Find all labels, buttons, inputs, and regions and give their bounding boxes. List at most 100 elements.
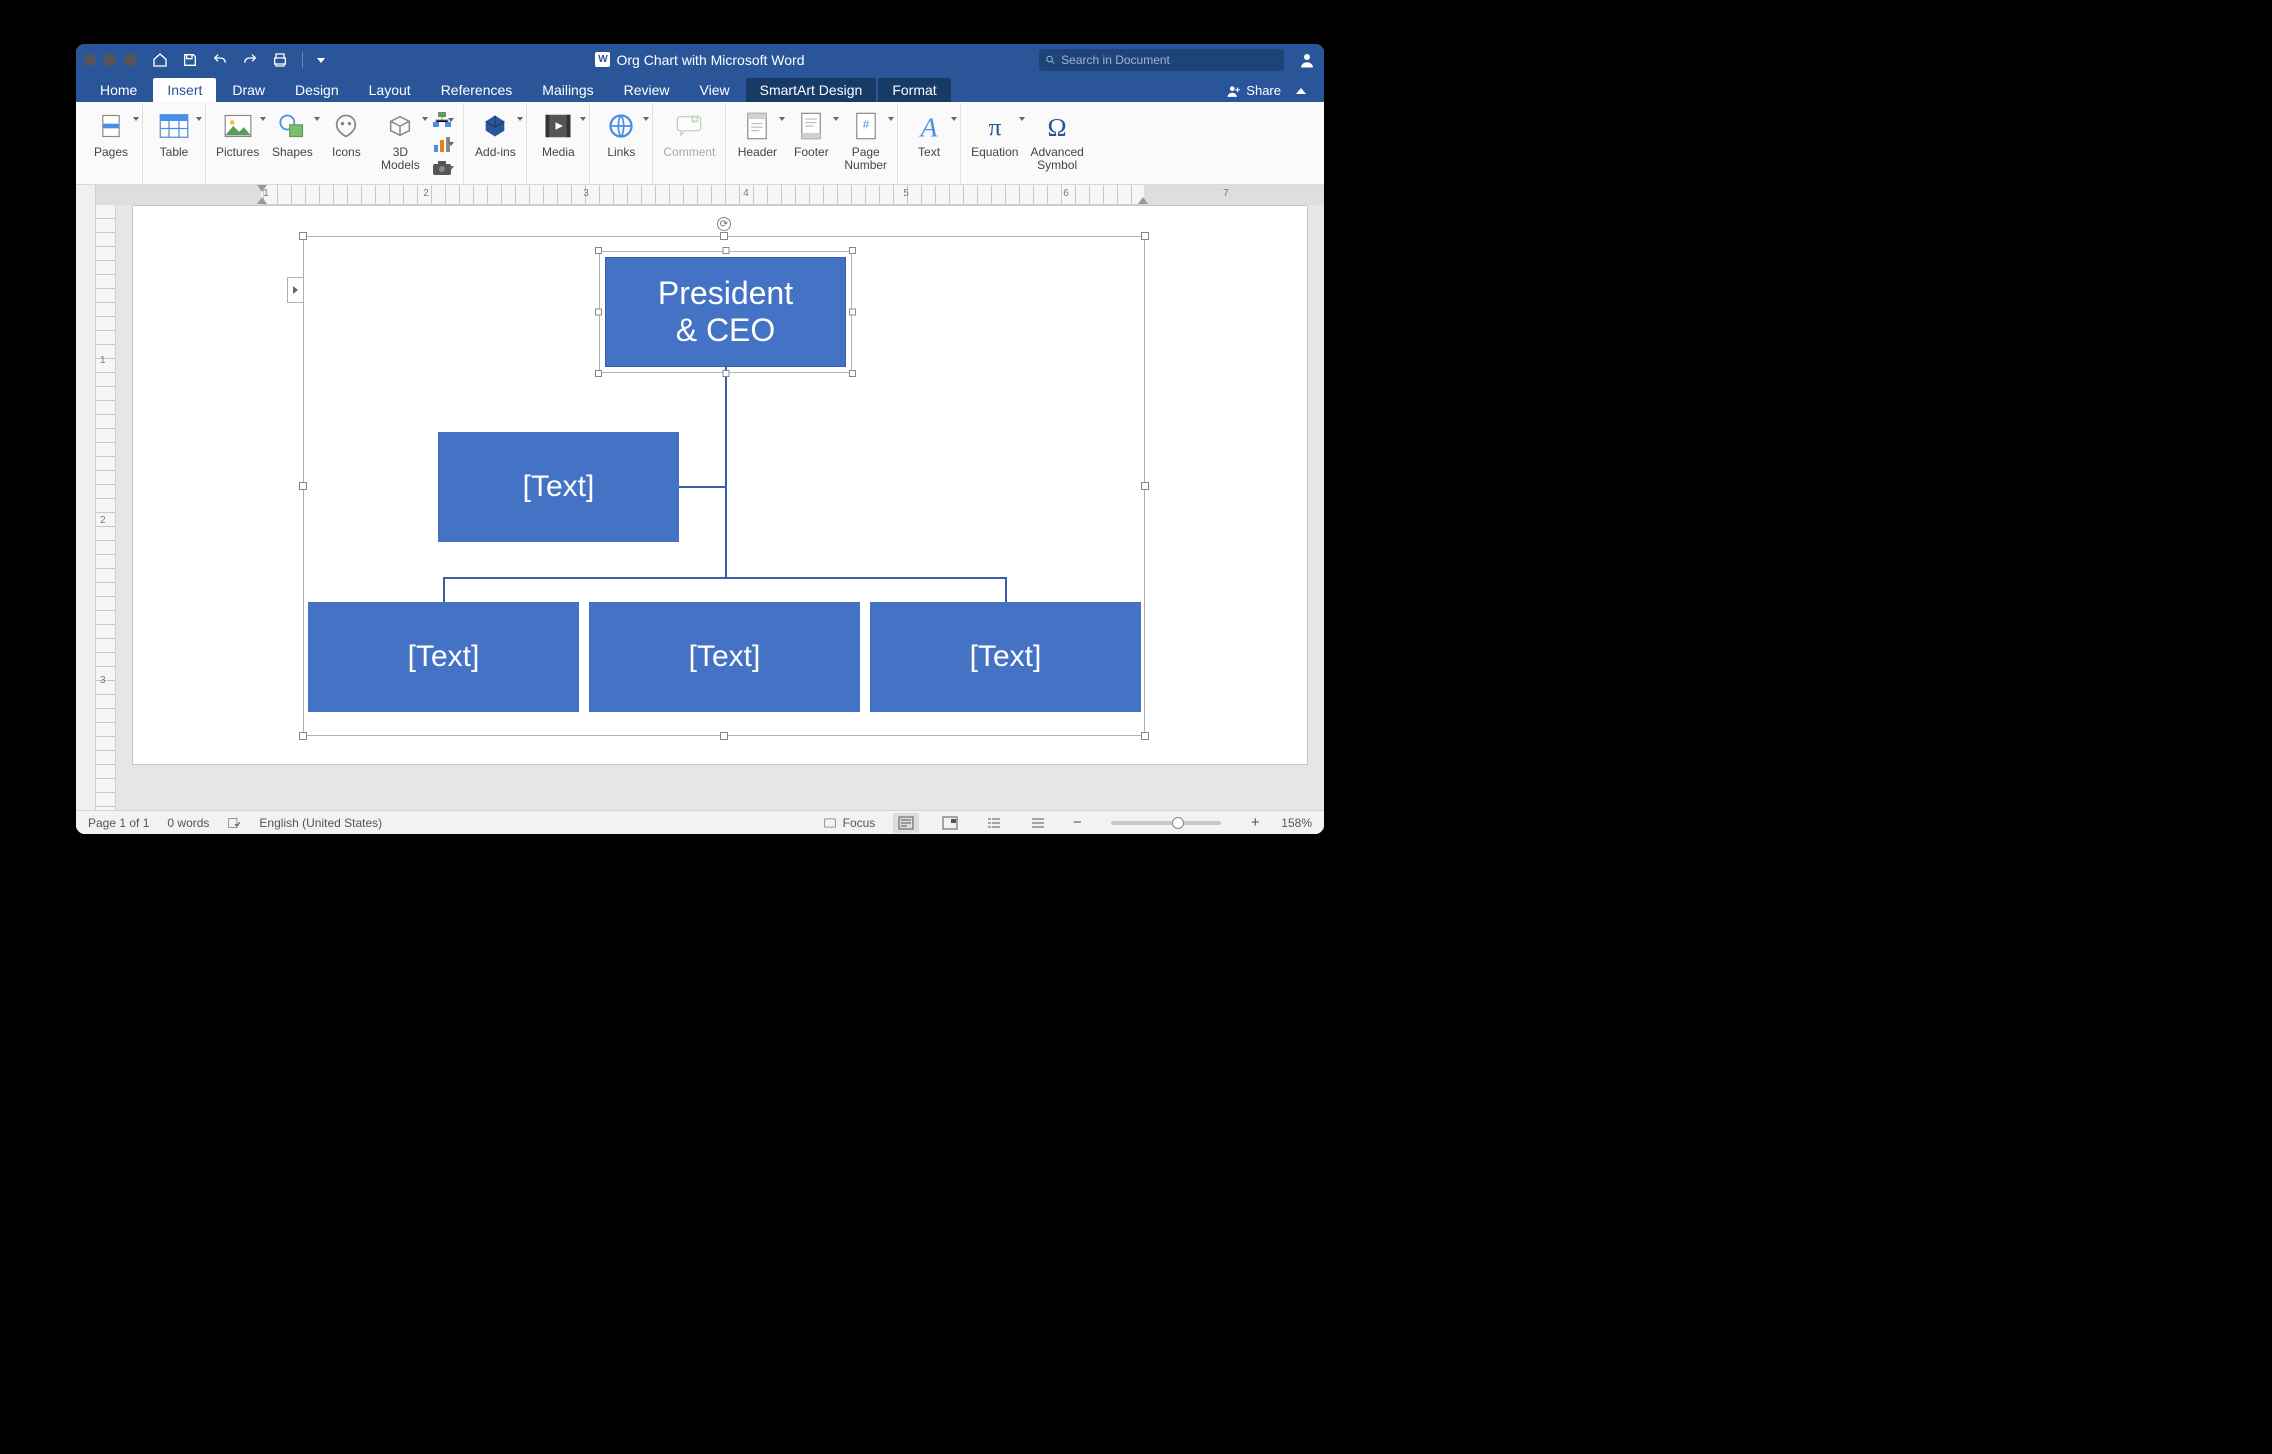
resize-handle[interactable] [595, 247, 602, 254]
tab-review[interactable]: Review [610, 78, 684, 102]
page-number-button[interactable]: # Page Number [838, 105, 893, 182]
org-node-child-1[interactable]: [Text] [308, 602, 579, 712]
draft-view-button[interactable] [1025, 813, 1051, 833]
pages-button[interactable]: Pages [84, 105, 138, 182]
smartart-button[interactable] [429, 109, 455, 131]
resize-handle-se[interactable] [1141, 732, 1149, 740]
account-icon[interactable] [1298, 51, 1316, 69]
table-button[interactable]: Table [147, 105, 201, 182]
status-page[interactable]: Page 1 of 1 [88, 816, 149, 830]
resize-handle-w[interactable] [299, 482, 307, 490]
tab-home[interactable]: Home [86, 78, 151, 102]
search-field[interactable] [1039, 49, 1284, 71]
zoom-level[interactable]: 158% [1281, 816, 1312, 830]
save-icon[interactable] [182, 52, 198, 68]
word-doc-icon: W [595, 52, 610, 67]
org-node-child-3[interactable]: [Text] [870, 602, 1141, 712]
resize-handle-s[interactable] [720, 732, 728, 740]
window-controls [84, 54, 136, 66]
icons-icon [332, 113, 360, 139]
svg-text:Ω: Ω [1048, 112, 1067, 140]
shapes-icon [278, 113, 306, 139]
smartart-frame[interactable]: ⟳ [303, 236, 1145, 736]
tab-design[interactable]: Design [281, 78, 353, 102]
resize-handle[interactable] [595, 309, 602, 316]
footer-button[interactable]: Footer [784, 105, 838, 182]
minimize-window-button[interactable] [104, 54, 116, 66]
text-pane-toggle[interactable] [287, 277, 303, 303]
close-window-button[interactable] [84, 54, 96, 66]
focus-mode-button[interactable]: Focus [823, 816, 876, 830]
undo-icon[interactable] [212, 52, 228, 68]
media-button[interactable]: Media [531, 105, 585, 182]
equation-button[interactable]: π Equation [965, 105, 1024, 182]
resize-handle[interactable] [849, 370, 856, 377]
rotate-handle[interactable]: ⟳ [717, 217, 731, 231]
print-layout-view-button[interactable] [893, 813, 919, 833]
zoom-out-button[interactable]: − [1069, 814, 1085, 831]
tab-references[interactable]: References [427, 78, 527, 102]
org-node-assistant[interactable]: [Text] [438, 432, 679, 542]
advanced-symbol-button[interactable]: Ω Advanced Symbol [1024, 105, 1089, 182]
3d-models-button[interactable]: 3D Models [373, 105, 427, 182]
resize-handle-sw[interactable] [299, 732, 307, 740]
search-icon [1045, 54, 1056, 66]
chart-button[interactable] [429, 133, 455, 155]
screenshot-button[interactable] [429, 157, 455, 179]
resize-handle-nw[interactable] [299, 232, 307, 240]
vertical-ruler[interactable]: 1 2 3 [96, 205, 116, 810]
resize-handle[interactable] [849, 309, 856, 316]
page[interactable]: ⟳ [132, 205, 1308, 765]
qat-customize-dropdown[interactable] [317, 58, 325, 63]
quick-access-toolbar [152, 52, 325, 68]
status-word-count[interactable]: 0 words [167, 816, 209, 830]
resize-handle[interactable] [722, 247, 729, 254]
resize-handle-e[interactable] [1141, 482, 1149, 490]
icons-button[interactable]: Icons [319, 105, 373, 182]
tab-mailings[interactable]: Mailings [528, 78, 607, 102]
table-icon [159, 112, 189, 140]
links-button[interactable]: Links [594, 105, 648, 182]
zoom-thumb[interactable] [1172, 817, 1184, 829]
share-button[interactable]: Share [1219, 79, 1314, 102]
document-canvas[interactable]: ⟳ [116, 205, 1324, 810]
home-icon[interactable] [152, 52, 168, 68]
focus-icon [823, 816, 837, 830]
tab-view[interactable]: View [686, 78, 744, 102]
resize-handle-ne[interactable] [1141, 232, 1149, 240]
resize-handle[interactable] [722, 370, 729, 377]
resize-handle-n[interactable] [720, 232, 728, 240]
status-language[interactable]: English (United States) [259, 816, 382, 830]
share-person-icon [1227, 84, 1241, 98]
org-node-child-2[interactable]: [Text] [589, 602, 860, 712]
title-bar: W Org Chart with Microsoft Word [76, 44, 1324, 75]
zoom-slider[interactable] [1111, 821, 1221, 825]
footer-icon [799, 111, 823, 141]
spellcheck-icon[interactable] [227, 816, 241, 830]
connector-line [443, 577, 445, 603]
addins-button[interactable]: Add-ins [468, 105, 522, 182]
print-icon[interactable] [272, 52, 288, 68]
shapes-button[interactable]: Shapes [265, 105, 319, 182]
web-layout-view-button[interactable] [937, 813, 963, 833]
pictures-button[interactable]: Pictures [210, 105, 265, 182]
horizontal-ruler[interactable]: 1 2 3 4 5 6 7 [96, 185, 1324, 205]
text-button[interactable]: A Text [902, 105, 956, 182]
resize-handle[interactable] [849, 247, 856, 254]
tab-smartart-design[interactable]: SmartArt Design [746, 78, 877, 102]
zoom-in-button[interactable]: + [1247, 814, 1263, 831]
tab-format[interactable]: Format [878, 78, 950, 102]
redo-icon[interactable] [242, 52, 258, 68]
resize-handle[interactable] [595, 370, 602, 377]
tab-layout[interactable]: Layout [355, 78, 425, 102]
tab-insert[interactable]: Insert [153, 78, 216, 102]
ribbon-tabs: Home Insert Draw Design Layout Reference… [76, 75, 1324, 102]
header-button[interactable]: Header [730, 105, 784, 182]
outline-view-button[interactable] [981, 813, 1007, 833]
collapse-ribbon-icon[interactable] [1296, 88, 1306, 94]
zoom-window-button[interactable] [124, 54, 136, 66]
status-bar: Page 1 of 1 0 words English (United Stat… [76, 810, 1324, 834]
tab-draw[interactable]: Draw [218, 78, 279, 102]
search-input[interactable] [1061, 53, 1278, 67]
connector-line [725, 367, 727, 577]
